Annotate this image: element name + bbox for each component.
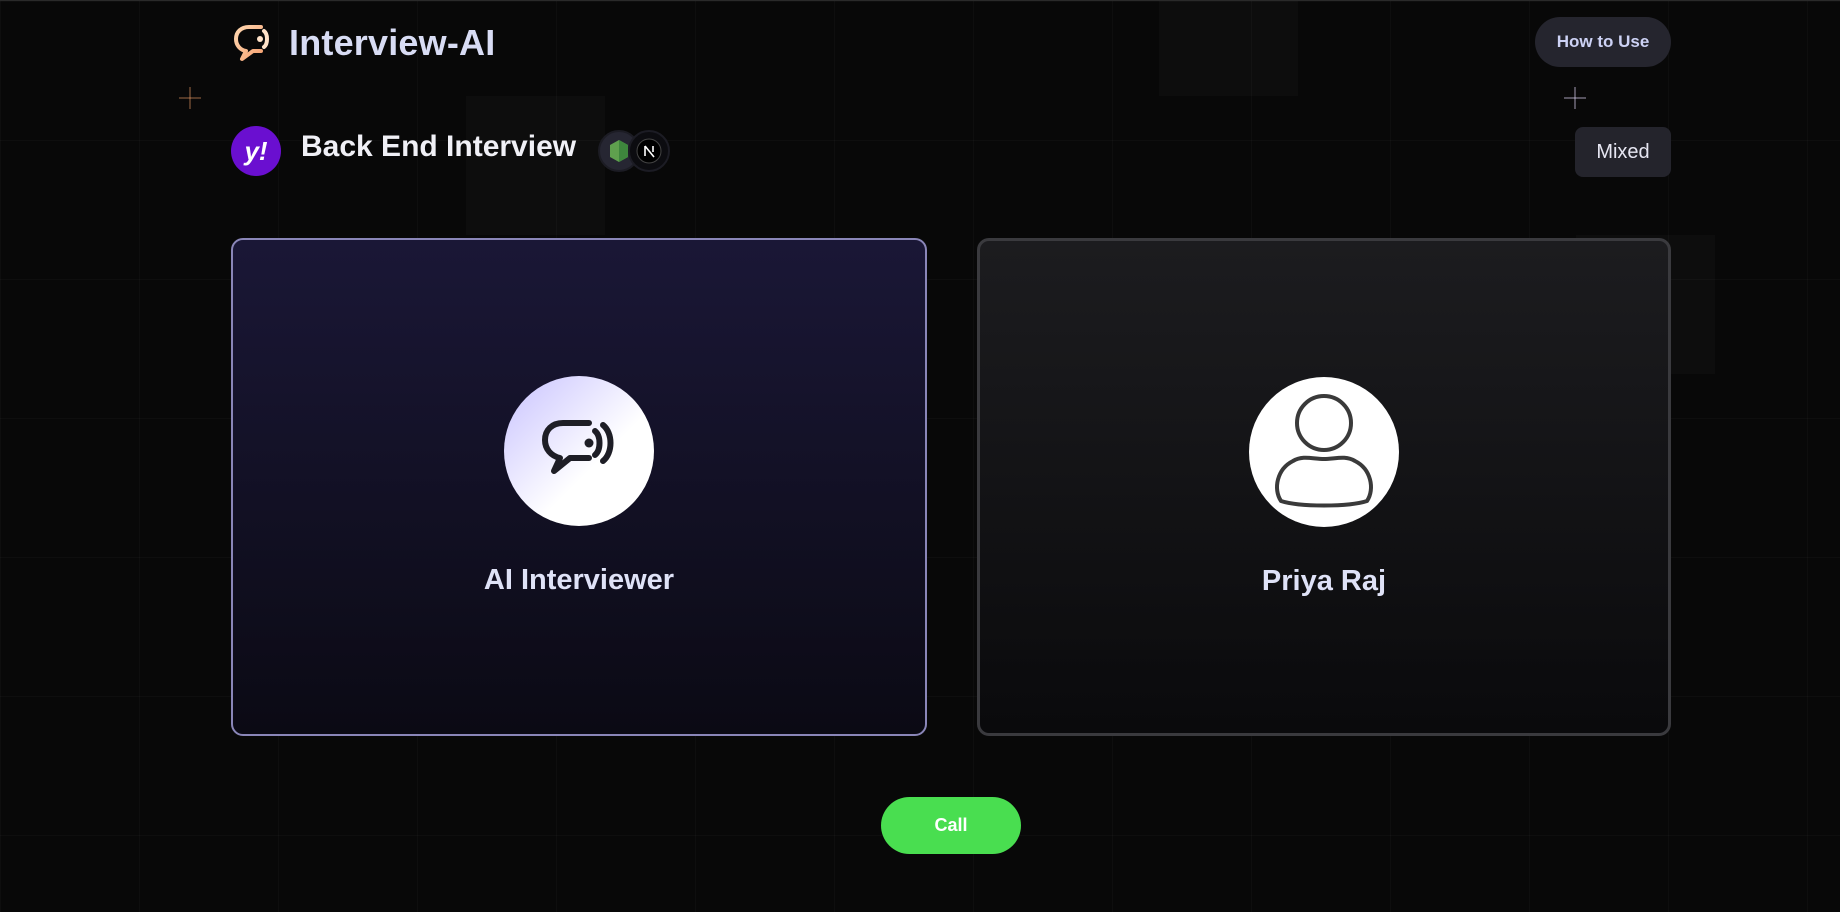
user-avatar-icon: [1249, 377, 1399, 527]
interview-page: Interview-AI How to Use y! Back End Inte…: [0, 0, 1840, 912]
sparkle-decoration: [1564, 87, 1586, 109]
interview-info: y! Back End Interview: [231, 126, 671, 176]
interview-title: Back End Interview: [301, 130, 577, 163]
background-glow-cell: [1159, 1, 1298, 96]
user-card: Priya Raj: [977, 238, 1671, 736]
app-name: Interview-AI: [289, 22, 496, 63]
yahoo-logo-icon: y!: [231, 126, 281, 176]
ai-chat-avatar-icon: [504, 376, 654, 526]
how-to-use-button[interactable]: How to Use: [1535, 17, 1671, 67]
interview-type-badge: Mixed: [1575, 127, 1671, 177]
chat-bubble-logo-icon: [234, 25, 269, 61]
tech-stack: [598, 130, 671, 172]
user-name: Priya Raj: [1261, 565, 1387, 597]
sparkle-decoration: [179, 87, 201, 109]
call-button[interactable]: Call: [881, 797, 1021, 854]
ai-interviewer-name: AI Interviewer: [483, 564, 675, 596]
brand[interactable]: Interview-AI: [231, 19, 495, 67]
nextjs-icon: [628, 130, 671, 172]
ai-interviewer-card: AI Interviewer: [231, 238, 927, 736]
